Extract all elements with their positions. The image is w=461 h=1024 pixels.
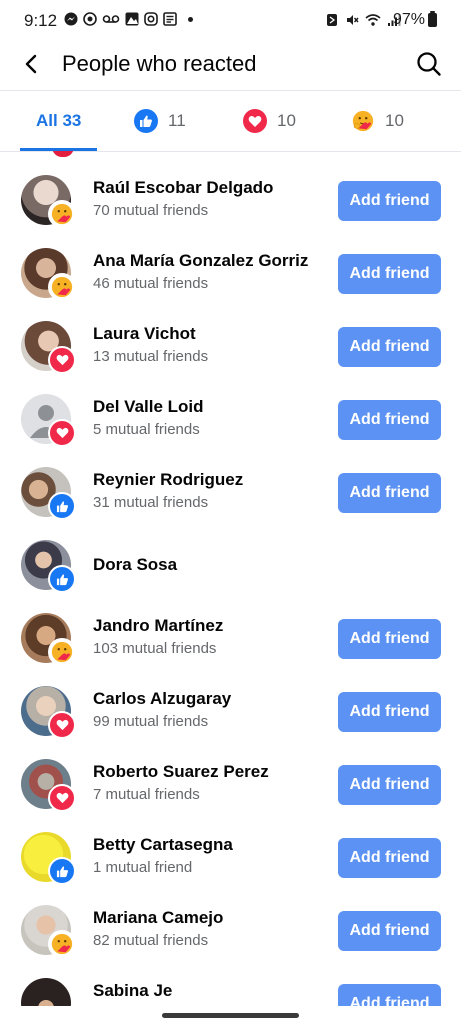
status-time: 9:12 bbox=[24, 11, 58, 30]
status-bar: 9:12 97% bbox=[0, 0, 461, 40]
person-name[interactable]: Del Valle Loid bbox=[93, 397, 204, 417]
list-item[interactable]: Sabina Je Add friend bbox=[0, 978, 461, 1006]
list-item[interactable]: Jandro Martínez 103 mutual friends Add f… bbox=[0, 613, 461, 686]
battery-icon bbox=[428, 11, 437, 27]
page-title: People who reacted bbox=[62, 51, 257, 76]
list-item[interactable]: Mariana Camejo 82 mutual friends Add fri… bbox=[0, 905, 461, 978]
back-arrow-icon bbox=[25, 54, 37, 74]
previous-item-love-badge bbox=[52, 151, 74, 157]
messenger-icon bbox=[64, 12, 78, 26]
mutual-friends: 70 mutual friends bbox=[93, 202, 209, 219]
like-icon bbox=[48, 857, 76, 885]
tab-all[interactable]: All 33 bbox=[36, 91, 81, 151]
notification-icons bbox=[64, 12, 193, 26]
mutual-friends: 31 mutual friends bbox=[93, 494, 209, 511]
love-icon bbox=[243, 109, 267, 133]
mutual-friends: 103 mutual friends bbox=[93, 640, 217, 657]
add-friend-button[interactable]: Add friend bbox=[338, 327, 441, 367]
list-item[interactable]: Roberto Suarez Perez 7 mutual friends Ad… bbox=[0, 759, 461, 832]
search-icon bbox=[417, 52, 441, 76]
search-button[interactable] bbox=[411, 46, 447, 82]
tab-love[interactable]: 10 bbox=[243, 91, 296, 151]
list-item[interactable]: Reynier Rodriguez 31 mutual friends Add … bbox=[0, 467, 461, 540]
add-friend-button[interactable]: Add friend bbox=[338, 254, 441, 294]
list-item[interactable]: Carlos Alzugaray 99 mutual friends Add f… bbox=[0, 686, 461, 759]
list-item[interactable]: Del Valle Loid 5 mutual friends Add frie… bbox=[0, 394, 461, 467]
battery-indicator: 97% bbox=[393, 11, 437, 29]
tab-care-count: 10 bbox=[385, 111, 404, 130]
care-icon bbox=[48, 200, 76, 228]
person-name[interactable]: Laura Vichot bbox=[93, 324, 196, 344]
mutual-friends: 13 mutual friends bbox=[93, 348, 209, 365]
like-icon bbox=[48, 565, 76, 593]
person-name[interactable]: Carlos Alzugaray bbox=[93, 689, 231, 709]
mutual-friends: 46 mutual friends bbox=[93, 275, 209, 292]
mutual-friends: 7 mutual friends bbox=[93, 786, 200, 803]
tab-like[interactable]: 11 bbox=[134, 91, 186, 151]
person-name[interactable]: Ana María Gonzalez Gorriz bbox=[93, 251, 308, 271]
mute-icon bbox=[347, 15, 359, 25]
add-friend-button[interactable]: Add friend bbox=[338, 400, 441, 440]
person-name[interactable]: Mariana Camejo bbox=[93, 908, 223, 928]
add-friend-button[interactable]: Add friend bbox=[338, 692, 441, 732]
like-icon bbox=[134, 109, 158, 133]
add-friend-button[interactable]: Add friend bbox=[338, 984, 441, 1006]
care-icon bbox=[48, 273, 76, 301]
add-friend-button[interactable]: Add friend bbox=[338, 765, 441, 805]
mutual-friends: 82 mutual friends bbox=[93, 932, 209, 949]
add-friend-button[interactable]: Add friend bbox=[338, 619, 441, 659]
person-name[interactable]: Raúl Escobar Delgado bbox=[93, 178, 273, 198]
love-icon bbox=[48, 419, 76, 447]
add-friend-button[interactable]: Add friend bbox=[338, 838, 441, 878]
more-notifications-dot-icon bbox=[188, 16, 193, 22]
add-friend-button[interactable]: Add friend bbox=[338, 911, 441, 951]
list-item[interactable]: Laura Vichot 13 mutual friends Add frien… bbox=[0, 321, 461, 394]
back-button[interactable] bbox=[14, 46, 50, 82]
mutual-friends: 99 mutual friends bbox=[93, 713, 209, 730]
list-item[interactable]: Betty Cartasegna 1 mutual friend Add fri… bbox=[0, 832, 461, 905]
wifi-icon bbox=[365, 14, 381, 26]
instagram-icon bbox=[144, 12, 158, 26]
mutual-friends: 1 mutual friend bbox=[93, 859, 193, 876]
nfc-icon bbox=[327, 14, 337, 26]
reaction-tabs: All 33 11 10 10 bbox=[0, 90, 461, 152]
list-item[interactable]: Dora Sosa bbox=[0, 540, 461, 613]
tab-like-count: 11 bbox=[168, 111, 186, 130]
header: People who reacted bbox=[0, 40, 461, 90]
tab-care[interactable]: 10 bbox=[351, 91, 404, 151]
home-gesture-handle[interactable] bbox=[162, 1013, 299, 1018]
care-icon bbox=[351, 109, 375, 133]
person-name[interactable]: Sabina Je bbox=[93, 981, 172, 1001]
system-navigation-bar bbox=[0, 1006, 461, 1024]
person-name[interactable]: Dora Sosa bbox=[93, 555, 177, 575]
whatsapp-icon bbox=[83, 12, 97, 26]
list-item[interactable]: Ana María Gonzalez Gorriz 46 mutual frie… bbox=[0, 248, 461, 321]
add-friend-button[interactable]: Add friend bbox=[338, 473, 441, 513]
battery-percent: 97% bbox=[392, 11, 425, 28]
gallery-icon bbox=[125, 12, 139, 26]
list-item[interactable]: Raúl Escobar Delgado 70 mutual friends A… bbox=[0, 175, 461, 248]
add-friend-button[interactable]: Add friend bbox=[338, 181, 441, 221]
person-name[interactable]: Betty Cartasegna bbox=[93, 835, 233, 855]
person-name[interactable]: Jandro Martínez bbox=[93, 616, 223, 636]
person-name[interactable]: Reynier Rodriguez bbox=[93, 470, 243, 490]
love-icon bbox=[48, 711, 76, 739]
avatar[interactable] bbox=[21, 978, 71, 1006]
love-icon bbox=[48, 784, 76, 812]
care-icon bbox=[48, 638, 76, 666]
person-name[interactable]: Roberto Suarez Perez bbox=[93, 762, 269, 782]
care-icon bbox=[48, 930, 76, 958]
tab-love-count: 10 bbox=[277, 111, 296, 130]
reactors-list: Raúl Escobar Delgado 70 mutual friends A… bbox=[0, 151, 461, 1006]
tab-all-label: All 33 bbox=[36, 111, 82, 130]
voicemail-icon bbox=[102, 15, 120, 23]
like-icon bbox=[48, 492, 76, 520]
news-icon bbox=[163, 12, 177, 26]
love-icon bbox=[48, 346, 76, 374]
mutual-friends: 5 mutual friends bbox=[93, 421, 200, 438]
system-icons bbox=[325, 13, 401, 27]
